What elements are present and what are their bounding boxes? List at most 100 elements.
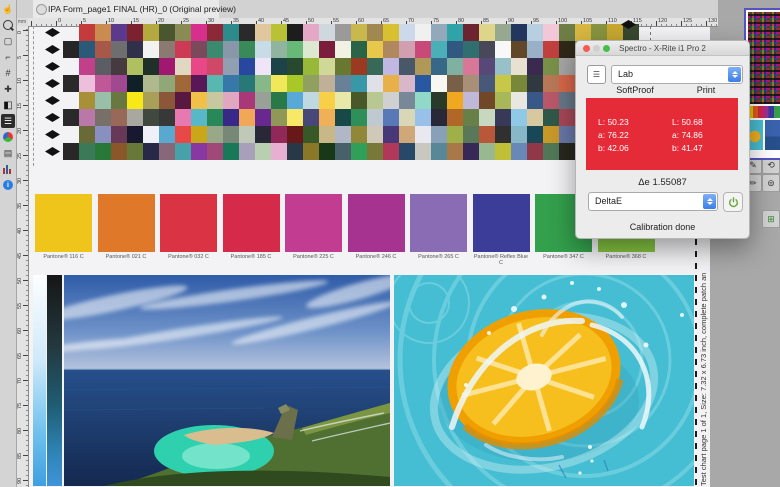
color-patch [479, 58, 495, 75]
color-patch [447, 41, 463, 58]
color-patch [239, 41, 255, 58]
color-patch [303, 75, 319, 92]
spectro-panel-titlebar[interactable]: Spectro - X-Rite i1 Pro 2 [576, 41, 749, 56]
color-patch [95, 92, 111, 109]
color-patch [159, 126, 175, 143]
metric-dropdown-value: DeltaE [595, 196, 622, 206]
power-button[interactable] [723, 192, 743, 212]
color-patch [143, 92, 159, 109]
info-tool[interactable]: i [1, 178, 15, 192]
color-patch [223, 92, 239, 109]
calibration-status: Calibration done [576, 222, 749, 232]
color-patch [127, 41, 143, 58]
thumbnail-photos [748, 120, 780, 150]
menu-button[interactable]: ☰ [587, 65, 606, 84]
color-patch [255, 58, 271, 75]
color-patch [255, 41, 271, 58]
color-patch [527, 109, 543, 126]
pantone-swatch-label: Pantone® 021 C [98, 254, 155, 260]
color-patch [383, 92, 399, 109]
color-patch [351, 58, 367, 75]
color-patch [383, 126, 399, 143]
color-patch [367, 41, 383, 58]
color-patch [351, 126, 367, 143]
color-patch [223, 126, 239, 143]
color-patch [175, 126, 191, 143]
zoom-tool[interactable] [1, 18, 15, 32]
color-patch [367, 109, 383, 126]
color-patch [479, 41, 495, 58]
densitometer-tool[interactable]: ◧ [1, 98, 15, 112]
color-patch [351, 109, 367, 126]
measure-tool[interactable]: ☰ [1, 114, 15, 128]
color-patch [399, 92, 415, 109]
color-patch [559, 75, 575, 92]
power-icon [728, 197, 739, 208]
move-tool[interactable]: ✚ [1, 82, 15, 96]
color-patch [495, 24, 511, 41]
color-patch [223, 143, 239, 160]
color-patch [127, 126, 143, 143]
metric-dropdown[interactable]: DeltaE [588, 192, 718, 211]
color-patch [287, 75, 303, 92]
histogram-tool[interactable] [1, 162, 15, 176]
mode-dropdown[interactable]: Lab [611, 65, 743, 84]
pantone-swatch [35, 194, 92, 252]
color-patch [175, 41, 191, 58]
color-patch [559, 41, 575, 58]
color-patch [575, 24, 591, 41]
color-patch [319, 126, 335, 143]
color-patch [383, 58, 399, 75]
color-patch [383, 109, 399, 126]
color-patch [111, 58, 127, 75]
color-patch [335, 58, 351, 75]
marquee-tool[interactable]: ▢ [1, 34, 15, 48]
h-ruler-label: 0 [58, 18, 61, 24]
color-patch [143, 109, 159, 126]
color-patch [95, 41, 111, 58]
softproof-column-header: SoftProof [600, 85, 670, 95]
close-icon[interactable] [36, 4, 47, 15]
color-patch [543, 126, 559, 143]
color-patch [143, 41, 159, 58]
color-patch [383, 41, 399, 58]
color-patch [511, 92, 527, 109]
color-patch [495, 75, 511, 92]
color-patch [111, 143, 127, 160]
color-patch [527, 58, 543, 75]
color-patch [207, 143, 223, 160]
color-patch [127, 75, 143, 92]
color-patch [111, 109, 127, 126]
color-patch [79, 41, 95, 58]
color-wheel-icon [3, 132, 13, 142]
web-tool[interactable]: ⊜ [762, 174, 780, 192]
h-ruler-label: 125 [683, 18, 692, 24]
color-patch [239, 58, 255, 75]
pan-tool[interactable]: ☝ [1, 2, 15, 16]
grid-tool[interactable]: # [1, 66, 15, 80]
color-patch [559, 92, 575, 109]
color-wheel-tool[interactable] [1, 130, 15, 144]
color-patch [527, 75, 543, 92]
color-patch [559, 126, 575, 143]
color-patch [303, 92, 319, 109]
patch-grid-tool[interactable]: ⊞ [762, 210, 780, 228]
color-patch [447, 92, 463, 109]
color-patch [447, 75, 463, 92]
color-patch [431, 126, 447, 143]
color-patch [223, 75, 239, 92]
color-patch [255, 92, 271, 109]
color-patch [447, 109, 463, 126]
crop-tool[interactable]: ⌐ [1, 50, 15, 64]
color-patch [591, 24, 607, 41]
color-patch [79, 24, 95, 41]
color-patch [271, 24, 287, 41]
pages-tool[interactable]: ▤ [1, 146, 15, 160]
color-patch [79, 126, 95, 143]
v-ruler-label: 80 [17, 428, 23, 434]
color-patch [79, 75, 95, 92]
color-patch [111, 126, 127, 143]
pantone-swatch [285, 194, 342, 252]
color-patch [95, 58, 111, 75]
color-patch [351, 75, 367, 92]
